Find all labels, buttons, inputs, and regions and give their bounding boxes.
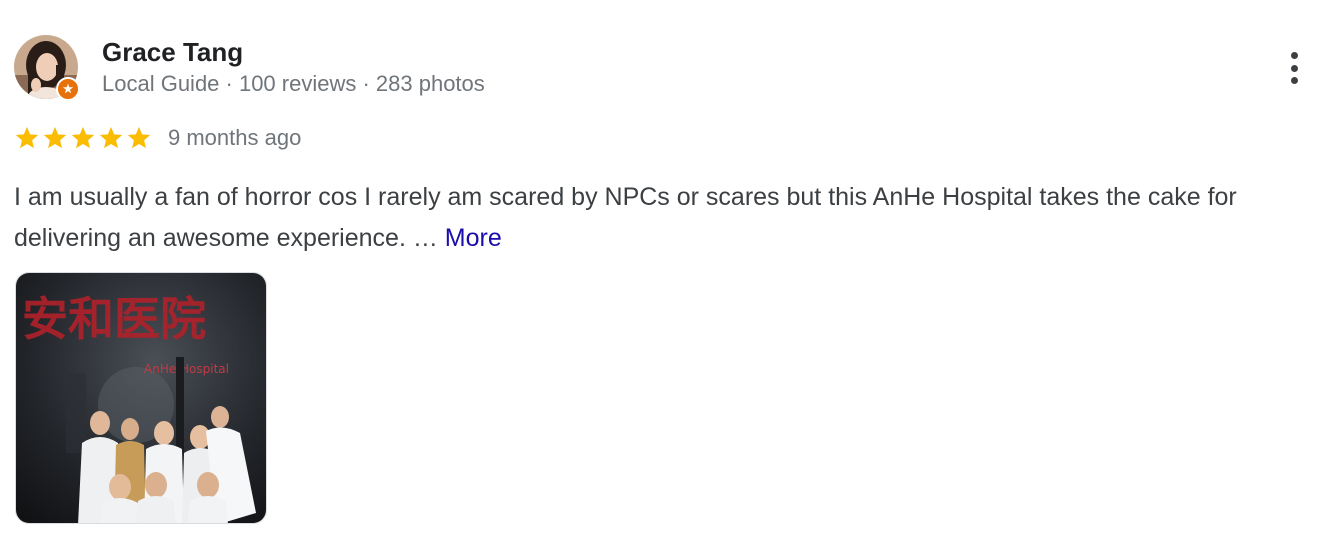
star-icon (127, 126, 151, 149)
review-body: I am usually a fan of horror cos I rarel… (14, 183, 1237, 252)
local-guide-badge-icon (56, 77, 80, 101)
star-icon (71, 126, 95, 149)
rating-row: 9 months ago (14, 122, 301, 154)
star-icon (15, 126, 39, 149)
star-icon (99, 126, 123, 149)
review-photo[interactable]: 安和医院 AnHe Hospital (15, 272, 267, 524)
more-vert-icon-dot (1290, 64, 1298, 72)
avatar[interactable] (14, 35, 80, 101)
author-info: Grace Tang Local Guide · 100 reviews · 2… (102, 36, 485, 99)
sign-subtext: AnHe Hospital (144, 362, 229, 376)
author-name[interactable]: Grace Tang (102, 36, 485, 68)
sign-text: 安和医院 (22, 292, 206, 346)
star-rating (14, 125, 152, 151)
author-meta: Local Guide · 100 reviews · 283 photos (102, 71, 485, 96)
more-vert-icon-dot (1290, 77, 1298, 84)
more-link[interactable]: More (445, 224, 502, 252)
review-card: Grace Tang Local Guide · 100 reviews · 2… (0, 0, 1322, 542)
star-icon (43, 126, 67, 149)
more-options-button[interactable] (1280, 48, 1308, 88)
more-vert-icon (1290, 52, 1298, 59)
review-text: I am usually a fan of horror cos I rarel… (14, 177, 1304, 259)
review-time: 9 months ago (168, 125, 302, 150)
